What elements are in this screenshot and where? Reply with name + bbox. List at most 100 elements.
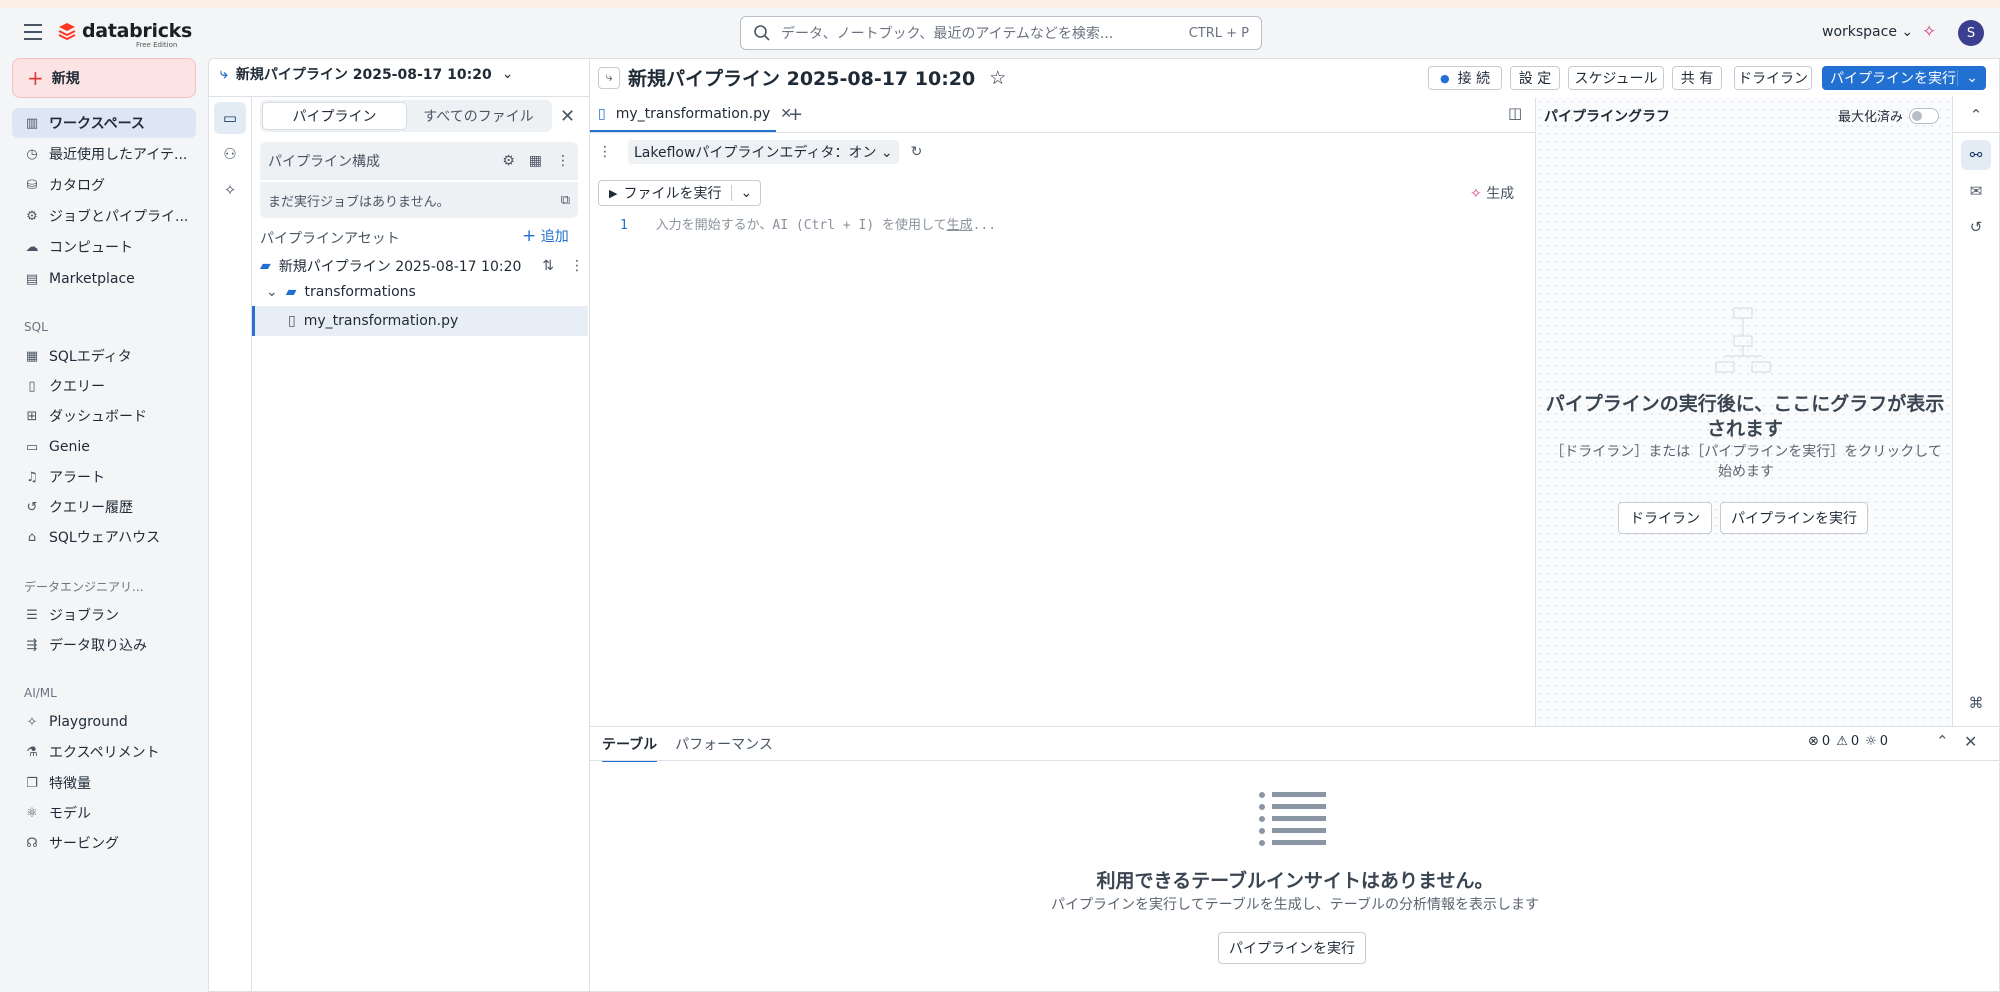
tree-file-my-transformation[interactable]: ▯ my_transformation.py bbox=[254, 307, 458, 335]
sidebar-item-workspace[interactable]: ▥ ワークスペース bbox=[12, 108, 196, 138]
bottom-run-pipeline-button[interactable]: パイプラインを実行 bbox=[1218, 932, 1366, 964]
menu-icon[interactable] bbox=[24, 24, 42, 40]
sidebar-item-catalog[interactable]: ⛁ カタログ bbox=[12, 170, 196, 200]
tab-table[interactable]: テーブル bbox=[602, 734, 658, 762]
run-pipeline-button[interactable]: パイプラインを実行 ⌄ bbox=[1822, 66, 1986, 90]
databricks-logo[interactable]: databricks bbox=[58, 20, 192, 42]
new-tab-plus-icon[interactable]: + bbox=[788, 104, 803, 125]
lakeflow-editor-dropdown[interactable]: Lakeflowパイプラインエディタ：オン ⌄ bbox=[628, 140, 899, 164]
schedule-icon[interactable]: ▦ bbox=[529, 153, 542, 169]
issue-counts[interactable]: ⊗ 0 ⚠ 0 ☼ 0 bbox=[1808, 734, 1888, 749]
sidebar-item-features[interactable]: ❐ 特徴量 bbox=[12, 768, 196, 798]
avatar[interactable]: S bbox=[1958, 20, 1984, 46]
add-asset-button[interactable]: + 追加 bbox=[522, 226, 569, 246]
assistant-sparkle-icon[interactable]: ✧ bbox=[1922, 22, 1936, 42]
expand-up-icon[interactable]: ⌃ bbox=[1936, 732, 1949, 750]
maximize-toggle[interactable]: 最大化済み bbox=[1838, 106, 1940, 125]
store-icon: ▤ bbox=[25, 271, 39, 287]
sidebar-item-label: アラート bbox=[49, 470, 105, 486]
chevron-down-icon[interactable]: ⌄ bbox=[1957, 70, 1986, 86]
graph-dry-run-button[interactable]: ドライラン bbox=[1618, 502, 1712, 534]
share-button[interactable]: 共 有 bbox=[1672, 66, 1722, 90]
tree-folder-transformations[interactable]: ⌄ ▰ transformations bbox=[254, 278, 416, 306]
sidebar-item-dashboards[interactable]: ⊞ ダッシュボード bbox=[12, 401, 196, 431]
sidebar-item-playground[interactable]: ✧ Playground bbox=[12, 707, 196, 737]
run-file-button[interactable]: ▶ ファイルを実行 ⌄ bbox=[598, 180, 762, 206]
sidebar-item-sql-editor[interactable]: ▦ SQLエディタ bbox=[12, 341, 196, 371]
new-button-label: 新規 bbox=[51, 71, 80, 87]
sidebar-item-sql-warehouses[interactable]: ⌂ SQLウェアハウス bbox=[12, 522, 196, 552]
collapse-up-icon[interactable]: ⌃ bbox=[1952, 106, 2000, 124]
new-button[interactable]: + 新規 bbox=[12, 58, 196, 98]
genie-icon: ▭ bbox=[25, 439, 39, 455]
list-placeholder-icon bbox=[1258, 790, 1328, 846]
graph-run-pipeline-button[interactable]: パイプラインを実行 bbox=[1720, 502, 1868, 534]
catalog-rail-button[interactable]: ⚇ bbox=[214, 138, 246, 170]
kebab-menu-icon[interactable]: ⋮ bbox=[598, 144, 612, 160]
file-tab-my-transformation[interactable]: ▯ my_transformation.py ✕ bbox=[590, 98, 792, 132]
code-editor-line[interactable]: 1 入力を開始するか、AI (Ctrl + I) を使用して生成... bbox=[620, 214, 996, 233]
dry-run-button[interactable]: ドライラン bbox=[1734, 66, 1812, 90]
close-icon[interactable]: ✕ bbox=[1964, 732, 1977, 751]
play-icon: ▶ bbox=[609, 186, 618, 200]
sidebar-item-label: Genie bbox=[49, 439, 90, 455]
sidebar-item-data-ingestion[interactable]: ⇶ データ取り込み bbox=[12, 630, 196, 660]
kebab-menu-icon[interactable]: ⋮ bbox=[570, 258, 584, 274]
pipeline-title: 新規パイプライン 2025-08-17 10:20 bbox=[235, 67, 492, 83]
graph-empty-message: パイプラインの実行後に、ここにグラフが表示されます bbox=[1545, 393, 1945, 440]
sidebar-item-serving[interactable]: ☊ サービング bbox=[12, 828, 196, 858]
generate-button[interactable]: ✧ 生成 bbox=[1470, 183, 1514, 203]
code-hint-generate-link[interactable]: 生成 bbox=[947, 218, 973, 233]
clock-icon: ◷ bbox=[26, 146, 38, 162]
sidebar-section-ai-ml: AI/ML bbox=[24, 686, 57, 700]
sidebar-item-label: ダッシュボード bbox=[49, 409, 147, 425]
refresh-icon[interactable]: ↻ bbox=[911, 144, 923, 160]
sidebar-item-job-runs[interactable]: ☰ ジョブラン bbox=[12, 600, 196, 630]
external-link-icon[interactable]: ⧉ bbox=[561, 193, 570, 208]
sidebar-item-marketplace[interactable]: ▤ Marketplace bbox=[12, 264, 196, 294]
sidebar-item-label: データ取り込み bbox=[49, 638, 147, 654]
editor-title-text: 新規パイプライン 2025-08-17 10:20 bbox=[628, 68, 976, 90]
no-jobs-row: まだ実行ジョブはありません。 ⧉ bbox=[260, 182, 578, 218]
gear-icon[interactable]: ⚙ bbox=[502, 153, 515, 169]
files-rail-button[interactable]: ▭ bbox=[214, 102, 246, 134]
sidebar-item-jobs[interactable]: ⚙ ジョブとパイプライ... bbox=[12, 201, 196, 231]
sidebar-item-recents[interactable]: ◷ 最近使用したアイテ... bbox=[12, 139, 196, 169]
tab-all-files[interactable]: すべてのファイル bbox=[407, 102, 550, 130]
close-icon[interactable]: ✕ bbox=[560, 106, 575, 127]
star-icon[interactable]: ☆ bbox=[989, 67, 1006, 89]
sidebar-item-experiments[interactable]: ⚗ エクスペリメント bbox=[12, 737, 196, 767]
connect-button[interactable]: ● 接 続 bbox=[1428, 66, 1502, 90]
features-icon: ❐ bbox=[26, 775, 38, 791]
tree-root[interactable]: ▰ 新規パイプライン 2025-08-17 10:20 ⇅ ⋮ bbox=[254, 252, 584, 280]
command-icon[interactable]: ⌘ bbox=[1952, 694, 2000, 712]
sort-icon[interactable]: ⇅ bbox=[542, 258, 554, 274]
tab-performance[interactable]: パフォーマンス bbox=[675, 734, 773, 762]
tree-folder-label: transformations bbox=[304, 284, 416, 300]
plus-icon: + bbox=[522, 226, 537, 246]
sidebar-item-models[interactable]: ⚛ モデル bbox=[12, 798, 196, 828]
schedule-button[interactable]: スケジュール bbox=[1568, 66, 1664, 90]
sidebar-item-label: ジョブとパイプライ... bbox=[49, 209, 189, 225]
assistant-rail-button[interactable]: ✧ bbox=[214, 174, 246, 206]
tab-pipeline[interactable]: パイプライン bbox=[262, 102, 407, 130]
search-input[interactable]: データ、ノートブック、最近のアイテムなどを検索... CTRL + P bbox=[740, 16, 1262, 50]
split-view-icon[interactable]: ◫ bbox=[1508, 104, 1522, 122]
workspace-switcher[interactable]: workspace ⌄ bbox=[1822, 24, 1913, 40]
sidebar-item-compute[interactable]: ☁ コンピュート bbox=[12, 232, 196, 262]
sidebar-item-genie[interactable]: ▭ Genie bbox=[12, 432, 196, 462]
toggle-switch[interactable] bbox=[1909, 107, 1940, 124]
kebab-menu-icon[interactable]: ⋮ bbox=[556, 153, 570, 169]
sidebar-item-label: ジョブラン bbox=[49, 608, 119, 624]
chevron-down-icon[interactable]: ⌄ bbox=[731, 185, 760, 201]
sidebar-item-queries[interactable]: ▯ クエリー bbox=[12, 371, 196, 401]
graph-rail-button[interactable]: ⚯ bbox=[1952, 140, 2000, 170]
sidebar-item-query-history[interactable]: ↺ クエリー履歴 bbox=[12, 492, 196, 522]
comment-icon[interactable]: ✉ bbox=[1952, 182, 2000, 200]
sidebar-item-label: 最近使用したアイテ... bbox=[49, 147, 188, 163]
pipeline-title-dropdown[interactable]: ⤷ 新規パイプライン 2025-08-17 10:20 ⌄ bbox=[220, 64, 513, 84]
sidebar-item-alerts[interactable]: ♫ アラート bbox=[12, 462, 196, 492]
history-icon[interactable]: ↺ bbox=[1952, 218, 2000, 236]
chevron-down-icon: ⌄ bbox=[266, 284, 278, 300]
settings-button[interactable]: 設 定 bbox=[1510, 66, 1560, 90]
